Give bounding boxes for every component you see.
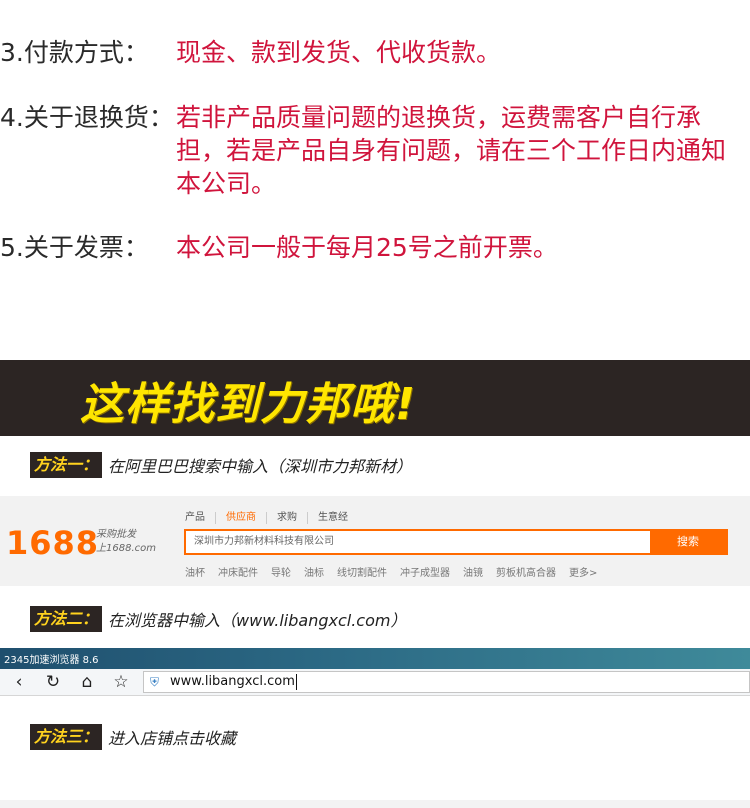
- method-badge: 方法一：: [30, 452, 103, 478]
- term-value: 若非产品质量问题的退换货，运费需客户自行承担，若是产品自身有问题，请在三个工作日…: [176, 103, 727, 198]
- home-icon[interactable]: ⌂: [76, 671, 98, 693]
- hot-words: 油杯 冲床配件 导轮 油标 线切割配件 冲子成型器 油镜 剪板机高合器 更多>: [185, 564, 610, 579]
- hot-word-link[interactable]: 油标: [304, 564, 324, 579]
- shield-icon: ⛨: [150, 675, 160, 689]
- term-label: 5.关于发票：: [0, 233, 149, 262]
- logo-slogan: 采购批发 上1688.com: [96, 528, 156, 556]
- method-one: 方法一： 在阿里巴巴搜索中输入（深圳市力邦新材）: [30, 452, 412, 478]
- browser-window: 2345加速浏览器 8.6 ‹ ↻ ⌂ ☆ ⛨ www.libangxcl.co…: [0, 648, 750, 696]
- term-label: 4.关于退换货：: [0, 103, 174, 132]
- banner-title: 这样找到力邦哦!: [80, 379, 417, 430]
- method-badge: 方法二：: [30, 606, 103, 632]
- search-input[interactable]: 深圳市力邦新材料科技有限公司: [186, 531, 650, 553]
- search-box: 深圳市力邦新材料科技有限公司 搜索: [184, 529, 728, 555]
- browser-toolbar: ‹ ↻ ⌂ ☆ ⛨ www.libangxcl.com: [0, 669, 750, 696]
- search-button[interactable]: 搜索: [650, 531, 726, 553]
- method-text: 在浏览器中输入（www.libangxcl.com）: [108, 611, 407, 630]
- method-text: 进入店铺点击收藏: [108, 729, 237, 748]
- back-icon[interactable]: ‹: [8, 671, 30, 693]
- hot-word-link[interactable]: 冲床配件: [218, 564, 258, 579]
- more-link[interactable]: 更多>: [569, 564, 597, 579]
- address-input[interactable]: www.libangxcl.com: [170, 674, 297, 690]
- tab-business[interactable]: 生意经: [318, 512, 358, 524]
- tab-supplier[interactable]: 供应商: [226, 512, 267, 524]
- hot-word-link[interactable]: 剪板机高合器: [496, 564, 556, 579]
- site-1688-search-panel: 1688 采购批发 上1688.com 产品 供应商 求购 生意经 深圳市力邦新…: [0, 496, 750, 586]
- method-badge: 方法三：: [30, 724, 103, 750]
- hot-word-link[interactable]: 油镜: [463, 564, 483, 579]
- term-label: 3.付款方式：: [0, 38, 149, 67]
- bottom-strip: [0, 800, 750, 808]
- term-value: 本公司一般于每月25号之前开票。: [176, 233, 558, 262]
- search-tabs: 产品 供应商 求购 生意经: [185, 512, 368, 524]
- hot-word-link[interactable]: 冲子成型器: [400, 564, 450, 579]
- browser-title: 2345加速浏览器 8.6: [4, 655, 99, 666]
- banner: 这样找到力邦哦!: [0, 360, 750, 436]
- browser-titlebar: 2345加速浏览器 8.6: [0, 648, 750, 669]
- term-value: 现金、款到发货、代收货款。: [176, 38, 502, 67]
- tab-product[interactable]: 产品: [185, 512, 216, 524]
- hot-word-link[interactable]: 油杯: [185, 564, 205, 579]
- logo-1688: 1688: [6, 524, 100, 562]
- method-three: 方法三： 进入店铺点击收藏: [30, 724, 236, 750]
- tab-purchase[interactable]: 求购: [277, 512, 308, 524]
- method-two: 方法二： 在浏览器中输入（www.libangxcl.com）: [30, 606, 406, 632]
- logo-slogan-line2: 上1688.com: [96, 543, 156, 554]
- hot-word-link[interactable]: 导轮: [271, 564, 291, 579]
- method-text: 在阿里巴巴搜索中输入（深圳市力邦新材）: [108, 457, 413, 476]
- star-icon[interactable]: ☆: [110, 671, 132, 693]
- address-bar[interactable]: ⛨ www.libangxcl.com: [143, 671, 750, 693]
- logo-slogan-line1: 采购批发: [96, 529, 136, 540]
- refresh-icon[interactable]: ↻: [42, 671, 64, 693]
- hot-word-link[interactable]: 线切割配件: [337, 564, 387, 579]
